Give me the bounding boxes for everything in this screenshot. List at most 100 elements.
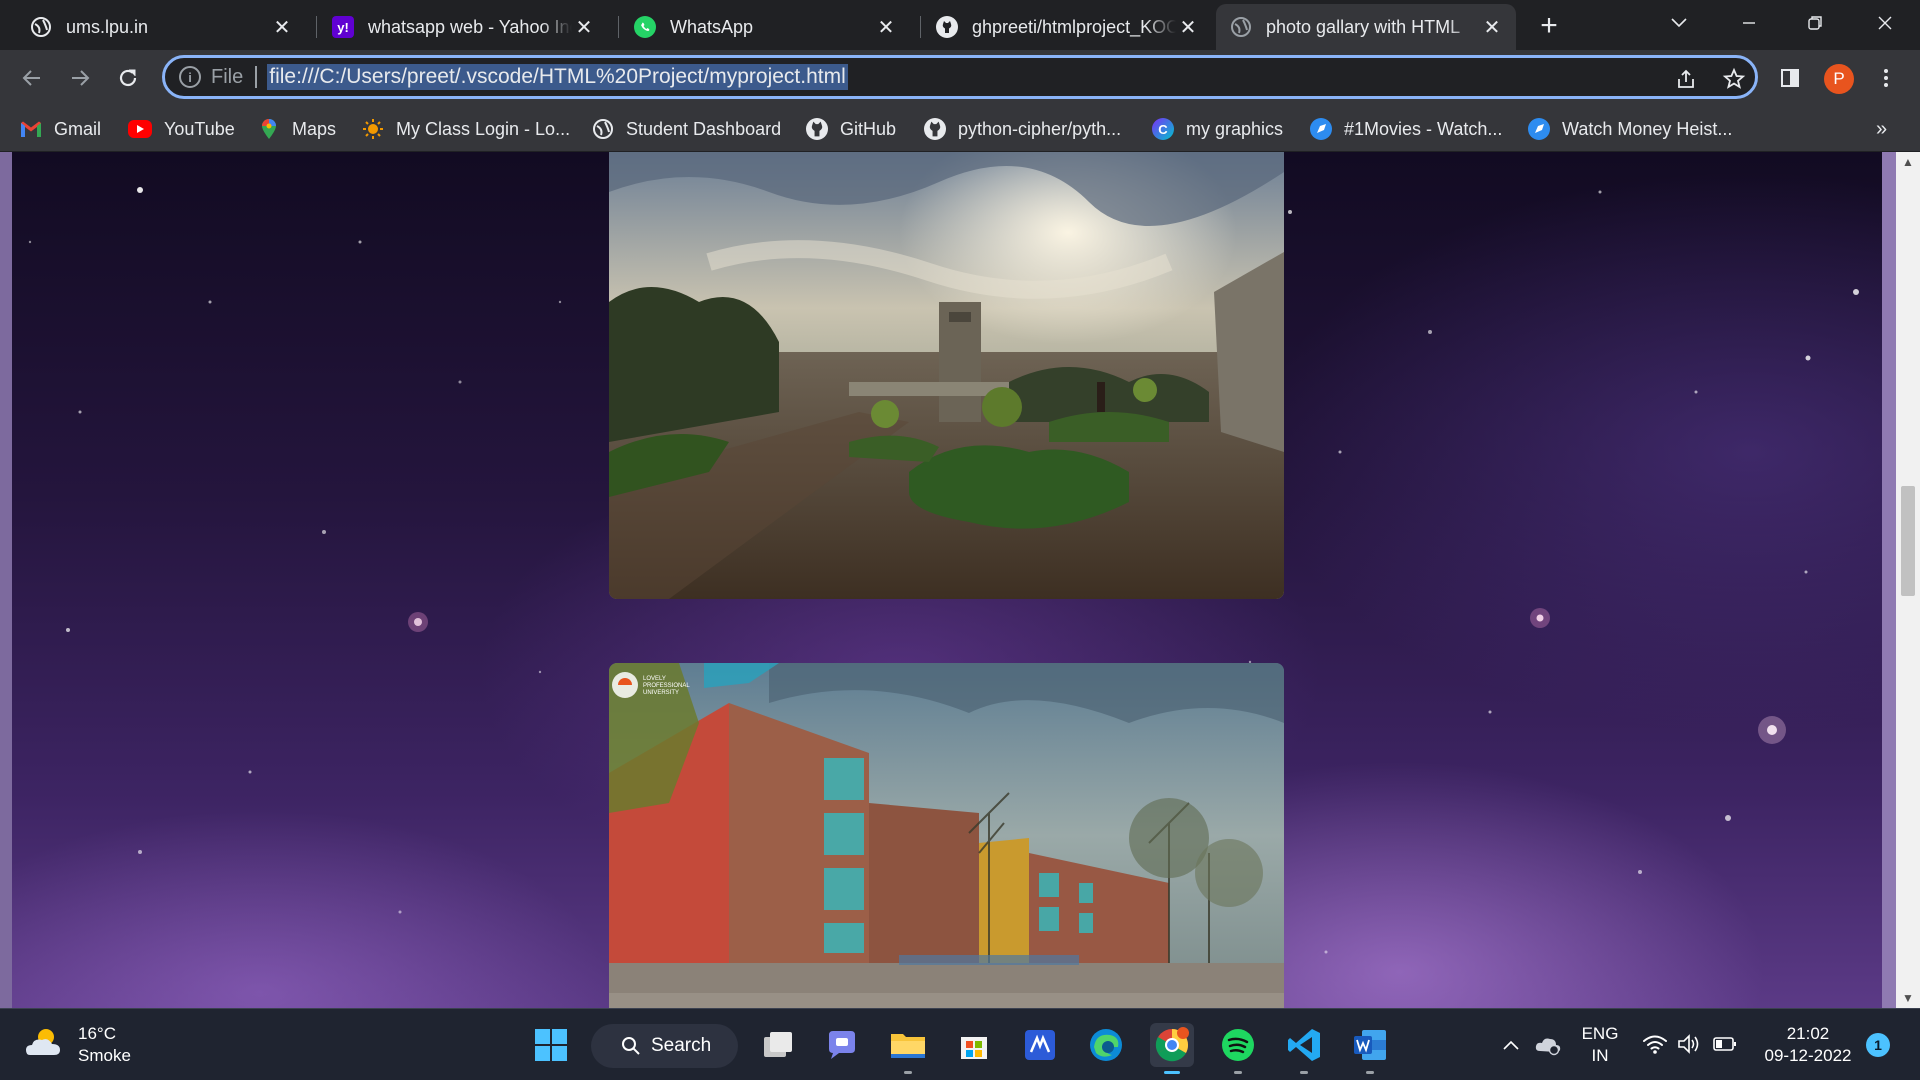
start-button[interactable] xyxy=(529,1023,573,1067)
language-indicator[interactable]: ENG IN xyxy=(1576,1023,1624,1067)
bookmark-label: my graphics xyxy=(1186,118,1284,139)
scrollbar-thumb[interactable] xyxy=(1901,486,1915,596)
bookmark-label: YouTube xyxy=(164,118,235,139)
bookmark-star-icon[interactable] xyxy=(1721,66,1747,92)
tab-photo-gallery[interactable]: photo gallary with HTML ✕ xyxy=(1216,4,1516,50)
github-icon xyxy=(936,16,958,38)
browser-toolbar: i File file:///C:/Users/preet/.vscode/HT… xyxy=(0,50,1920,106)
active-indicator xyxy=(1164,1071,1180,1074)
bookmark-label: Maps xyxy=(292,118,337,139)
whatsapp-icon xyxy=(634,16,656,38)
windows-taskbar: 16°C Smoke Search ENG IN 21:02 09-12-202… xyxy=(0,1008,1920,1080)
close-icon[interactable]: ✕ xyxy=(1176,15,1200,39)
close-icon[interactable]: ✕ xyxy=(874,15,898,39)
info-icon[interactable]: i xyxy=(179,66,201,88)
bookmark-label: GitHub xyxy=(840,118,897,139)
bookmark-money-heist[interactable]: Watch Money Heist... xyxy=(1528,115,1732,143)
bookmark-1movies[interactable]: #1Movies - Watch... xyxy=(1310,115,1502,143)
yahoo-icon: y! xyxy=(332,16,354,38)
sun-logo-icon xyxy=(362,118,384,140)
close-icon[interactable]: ✕ xyxy=(270,15,294,39)
bookmark-label: Gmail xyxy=(54,118,102,139)
teams-chat-icon[interactable] xyxy=(820,1023,864,1067)
task-view-icon[interactable] xyxy=(756,1023,800,1067)
search-label: Search xyxy=(651,1035,712,1056)
windows-logo-icon xyxy=(535,1029,567,1061)
bookmark-gmail[interactable]: Gmail xyxy=(20,115,101,143)
side-panel-icon[interactable] xyxy=(1774,62,1806,94)
onedrive-icon[interactable] xyxy=(1534,1033,1562,1062)
wifi-icon[interactable] xyxy=(1642,1033,1668,1060)
watermark-line: UNIVERSITY xyxy=(643,690,679,696)
word-icon[interactable] xyxy=(1348,1023,1392,1074)
tab-title: ums.lpu.in xyxy=(66,16,149,37)
tab-yahoo-search[interactable]: y! whatsapp web - Yahoo India Search ✕ xyxy=(318,4,608,50)
bookmark-student-dashboard[interactable]: Student Dashboard xyxy=(592,115,781,143)
bookmark-youtube[interactable]: YouTube xyxy=(128,115,235,143)
bookmark-label: python-cipher/pyth... xyxy=(958,118,1122,139)
bookmark-maps[interactable]: Maps xyxy=(258,115,336,143)
gallery-photo-university-building[interactable]: LOVELY PROFESSIONAL UNIVERSITY xyxy=(609,663,1284,1008)
tab-title: photo gallary with HTML xyxy=(1266,16,1461,37)
weather-temperature: 16°C xyxy=(78,1024,116,1043)
rocket-icon xyxy=(1310,118,1332,140)
weather-cloud-sun-icon xyxy=(24,1025,64,1066)
reload-icon[interactable] xyxy=(112,62,144,94)
volume-icon[interactable] xyxy=(1676,1033,1702,1060)
taskbar-search-box[interactable]: Search xyxy=(591,1024,738,1068)
tab-whatsapp[interactable]: WhatsApp ✕ xyxy=(620,4,910,50)
window-close-icon[interactable] xyxy=(1872,10,1898,36)
running-indicator xyxy=(1300,1071,1308,1074)
spotify-icon[interactable] xyxy=(1216,1023,1260,1074)
bookmark-label: Watch Money Heist... xyxy=(1562,118,1733,139)
share-icon[interactable] xyxy=(1673,66,1699,92)
campus-garden-image xyxy=(609,152,1284,599)
tab-title: whatsapp web - Yahoo India Search xyxy=(368,16,572,37)
maps-pin-icon xyxy=(258,118,280,140)
close-icon[interactable]: ✕ xyxy=(1480,15,1504,39)
tab-search-chevron-icon[interactable] xyxy=(1666,10,1692,36)
tray-overflow-chevron-icon[interactable] xyxy=(1500,1035,1522,1060)
edge-browser-icon[interactable] xyxy=(1084,1023,1128,1067)
file-explorer-icon[interactable] xyxy=(886,1023,930,1074)
minimize-icon[interactable] xyxy=(1736,10,1762,36)
bookmarks-overflow-chevron-icon[interactable]: » xyxy=(1876,115,1887,143)
tab-title: WhatsApp xyxy=(670,16,754,37)
system-clock[interactable]: 21:02 09-12-2022 xyxy=(1758,1023,1858,1067)
restore-icon[interactable] xyxy=(1802,10,1828,36)
scroll-up-arrow-icon[interactable]: ▲ xyxy=(1896,152,1920,172)
bookmark-label: #1Movies - Watch... xyxy=(1344,118,1503,139)
chrome-browser-icon[interactable] xyxy=(1150,1023,1194,1074)
profile-avatar[interactable]: P xyxy=(1824,64,1854,94)
bookmark-my-class-login[interactable]: My Class Login - Lo... xyxy=(362,115,570,143)
page-viewport: LOVELY PROFESSIONAL UNIVERSITY ▲ ▼ xyxy=(0,152,1920,1008)
vscode-icon[interactable] xyxy=(1282,1023,1326,1074)
running-indicator xyxy=(904,1071,912,1074)
address-bar[interactable]: i File file:///C:/Users/preet/.vscode/HT… xyxy=(162,55,1758,99)
tab-github-project[interactable]: ghpreeti/htmlproject_KOO ✕ xyxy=(922,4,1212,50)
page-scrollbar[interactable]: ▲ ▼ xyxy=(1896,152,1920,1008)
close-icon[interactable]: ✕ xyxy=(572,15,596,39)
running-indicator xyxy=(1366,1071,1374,1074)
notification-badge[interactable]: 1 xyxy=(1866,1033,1890,1057)
scroll-down-arrow-icon[interactable]: ▼ xyxy=(1896,988,1920,1008)
back-arrow-icon[interactable] xyxy=(16,62,48,94)
bookmark-python-cipher[interactable]: python-cipher/pyth... xyxy=(924,115,1121,143)
globe-icon xyxy=(1230,16,1252,38)
bookmark-github[interactable]: GitHub xyxy=(806,115,896,143)
new-tab-icon[interactable]: + xyxy=(1534,11,1564,42)
more-menu-icon[interactable] xyxy=(1870,62,1902,94)
battery-icon[interactable] xyxy=(1712,1035,1738,1058)
forward-arrow-icon[interactable] xyxy=(64,62,96,94)
design-app-icon[interactable] xyxy=(1018,1023,1062,1067)
bookmark-label: My Class Login - Lo... xyxy=(396,118,571,139)
globe-icon xyxy=(30,16,52,38)
tab-ums-lpu[interactable]: ums.lpu.in ✕ xyxy=(16,4,306,50)
scheme-chip[interactable]: File xyxy=(211,66,258,88)
url-text[interactable]: file:///C:/Users/preet/.vscode/HTML%20Pr… xyxy=(267,64,848,90)
microsoft-store-icon[interactable] xyxy=(952,1023,996,1067)
weather-widget[interactable]: 16°C Smoke xyxy=(24,1023,131,1067)
bookmark-label: Student Dashboard xyxy=(626,118,782,139)
gallery-photo-campus-garden[interactable] xyxy=(609,152,1284,599)
bookmark-my-graphics[interactable]: C my graphics xyxy=(1152,115,1283,143)
